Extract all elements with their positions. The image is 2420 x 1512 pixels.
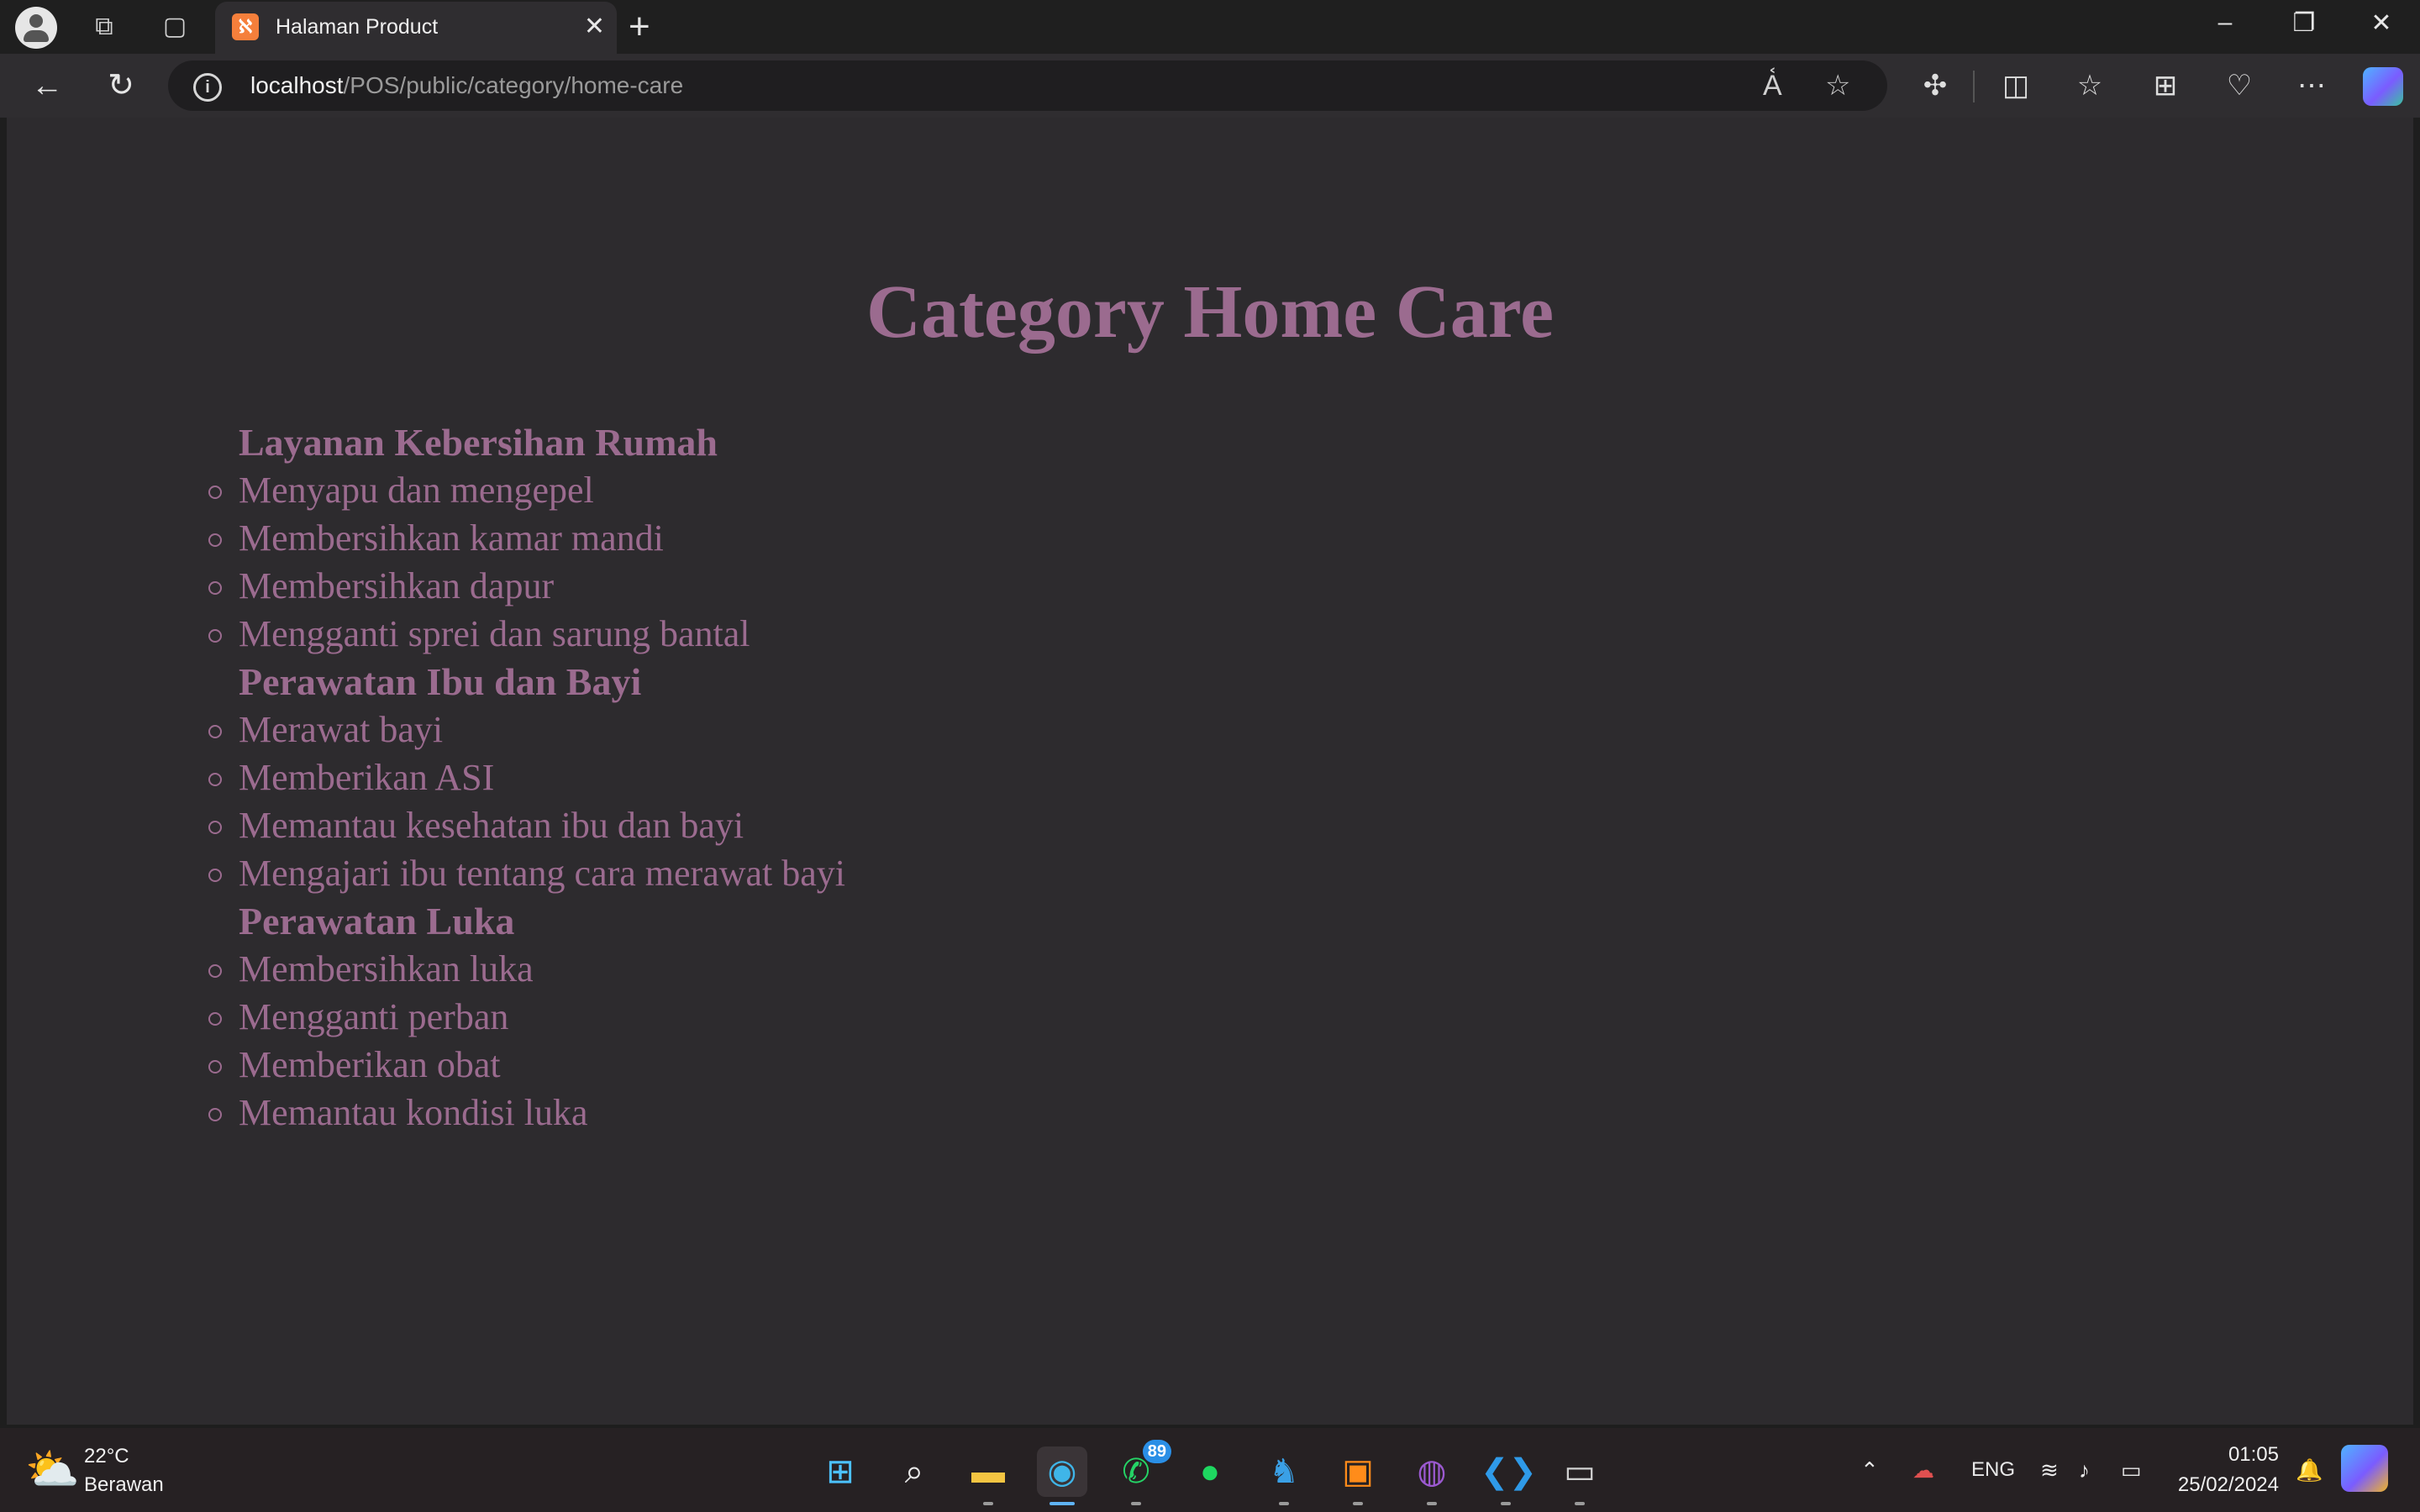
circle-bullet-icon [208,1108,222,1121]
category-heading: Perawatan Luka [239,900,515,942]
clock-time[interactable]: 01:05 [2185,1443,2279,1467]
vscode-icon[interactable]: ❮❯ [1481,1446,1537,1505]
circle-bullet-icon [208,533,222,547]
new-tab-button[interactable]: + [629,8,650,45]
browser-essentials-icon[interactable]: ♡ [2218,67,2260,104]
service-item: Membersihkan luka [208,945,845,993]
copilot-taskbar-icon[interactable] [2341,1445,2388,1492]
whatsapp-icon[interactable]: ✆ 89 [1111,1440,1171,1505]
language-indicator[interactable]: ENG [1971,1453,2015,1487]
browser-toolbar: ← ↻ i localhost/POS/public/category/home… [0,54,2420,118]
read-aloud-icon[interactable]: A᷾ [1763,69,1782,102]
circle-bullet-icon [208,725,222,738]
category-group: Perawatan Ibu dan Bayi Merawat bayi Memb… [208,658,845,897]
more-options-icon[interactable]: ⋯ [2291,67,2333,104]
url-text[interactable]: localhost/POS/public/category/home-care [250,72,683,99]
restore-icon[interactable]: ❐ [2279,8,2329,38]
service-item: Membersihkan dapur [208,562,845,610]
service-item: Memantau kondisi luka [208,1089,845,1137]
favorite-star-icon[interactable]: ☆ [1825,69,1850,102]
page-title: Category Home Care [865,270,1555,354]
service-item: Mengganti perban [208,993,845,1041]
circle-bullet-icon [208,821,222,834]
service-list: Menyapu dan mengepel Membersihkan kamar … [208,466,845,658]
onedrive-error-icon[interactable]: ☁ [1912,1453,1934,1487]
category-heading: Perawatan Ibu dan Bayi [239,660,642,703]
wifi-icon[interactable]: ≋ [2040,1453,2059,1487]
circle-bullet-icon [208,773,222,786]
chevron-up-icon[interactable]: ⌃ [1860,1453,1879,1487]
page-viewport: Category Home Care Layanan Kebersihan Ru… [7,118,2413,1425]
volume-icon[interactable]: ♪ [2079,1453,2090,1487]
battery-icon[interactable]: ▭ [2121,1453,2142,1487]
copilot-icon[interactable] [2363,67,2403,106]
browser-titlebar: ⧉ ▢ ℵ Halaman Product ✕ + – ❐ ✕ [0,0,2420,54]
service-item: Memantau kesehatan ibu dan bayi [208,801,845,849]
circle-bullet-icon [208,1012,222,1026]
category-heading: Layanan Kebersihan Rumah [239,421,718,464]
terminal-icon[interactable]: ▭ [1555,1446,1605,1505]
category-group: Perawatan Luka Membersihkan luka Menggan… [208,897,845,1137]
service-list: Merawat bayi Memberikan ASI Memantau kes… [208,706,845,897]
tab-title: Halaman Product [276,15,439,39]
close-window-icon[interactable]: ✕ [2356,8,2407,38]
notification-bell-icon[interactable]: 🔔 [2296,1453,2323,1487]
weather-description[interactable]: Berawan [84,1473,164,1497]
service-item: Mengganti sprei dan sarung bantal [208,610,845,658]
database-elephant-icon[interactable]: ♞ [1259,1446,1309,1505]
circle-bullet-icon [208,629,222,643]
back-arrow-icon[interactable]: ← [27,66,67,106]
extensions-icon[interactable]: ✣ [1914,67,1956,104]
xampp-icon: ℵ [232,13,259,40]
minimize-icon[interactable]: – [2200,8,2250,37]
github-desktop-icon[interactable]: ◍ [1407,1446,1457,1505]
edge-browser-icon[interactable]: ◉ [1037,1446,1087,1505]
close-tab-icon[interactable]: ✕ [584,12,605,42]
circle-bullet-icon [208,1060,222,1074]
category-list: Layanan Kebersihan Rumah Menyapu dan men… [208,418,845,1137]
service-item: Memberikan ASI [208,753,845,801]
pdf-editor-icon[interactable]: ▣ [1333,1446,1383,1505]
address-bar[interactable]: i localhost/POS/public/category/home-car… [168,60,1887,111]
tab-active[interactable]: ℵ Halaman Product ✕ [215,2,617,54]
notification-badge: 89 [1142,1440,1171,1463]
service-item: Mengajari ibu tentang cara merawat bayi [208,849,845,897]
split-screen-icon[interactable]: ◫ [1995,67,2037,104]
category-group: Layanan Kebersihan Rumah Menyapu dan men… [208,418,845,658]
search-icon[interactable]: ⌕ [889,1446,939,1497]
toolbar-divider [1973,71,1975,102]
taskbar: ⛅ 22°C Berawan ⊞ ⌕ ▬ ◉ ✆ 89 ● ♞ ▣ ◍ ❮❯ ▭ … [0,1428,2420,1512]
tab-actions-icon[interactable]: ▢ [160,12,190,42]
service-item: Merawat bayi [208,706,845,753]
circle-bullet-icon [208,869,222,882]
favorites-icon[interactable]: ☆ [2069,67,2111,104]
clock-date[interactable]: 25/02/2024 [2168,1473,2279,1497]
service-item: Menyapu dan mengepel [208,466,845,514]
spotify-icon[interactable]: ● [1185,1446,1235,1497]
refresh-icon[interactable]: ↻ [101,66,141,106]
site-info-icon[interactable]: i [193,73,222,102]
circle-bullet-icon [208,581,222,595]
windows-start-icon[interactable]: ⊞ [815,1446,865,1497]
collections-icon[interactable]: ⊞ [2144,67,2186,104]
workspaces-icon[interactable]: ⧉ [89,12,119,42]
file-explorer-icon[interactable]: ▬ [963,1446,1013,1505]
service-list: Membersihkan luka Mengganti perban Membe… [208,945,845,1137]
service-item: Memberikan obat [208,1041,845,1089]
weather-temperature[interactable]: 22°C [84,1445,129,1468]
circle-bullet-icon [208,486,222,499]
service-item: Membersihkan kamar mandi [208,514,845,562]
profile-avatar-icon[interactable] [15,7,57,49]
partly-cloudy-icon[interactable]: ⛅ [25,1446,80,1494]
circle-bullet-icon [208,964,222,978]
